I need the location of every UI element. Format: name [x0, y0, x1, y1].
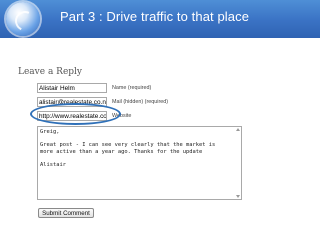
- slide-title: Part 3 : Drive traffic to that place: [60, 9, 250, 24]
- name-field[interactable]: Alistair Helm: [37, 83, 107, 93]
- submit-comment-button[interactable]: Submit Comment: [38, 208, 94, 218]
- email-label: Mail (hidden) (required): [112, 99, 169, 105]
- slide-header: Part 3 : Drive traffic to that place: [0, 0, 320, 38]
- logo-swirl: [12, 8, 38, 34]
- comment-text: Greig, Great post - I can see very clear…: [40, 129, 216, 168]
- leave-reply-heading: Leave a Reply: [18, 67, 82, 77]
- name-label: Name (required): [112, 85, 152, 91]
- scroll-up-arrow-icon[interactable]: [236, 128, 240, 131]
- website-highlight-circle: [30, 103, 121, 125]
- comment-textarea[interactable]: Greig, Great post - I can see very clear…: [37, 126, 242, 200]
- scroll-down-arrow-icon[interactable]: [236, 195, 240, 198]
- globe-logo-icon: [6, 2, 40, 36]
